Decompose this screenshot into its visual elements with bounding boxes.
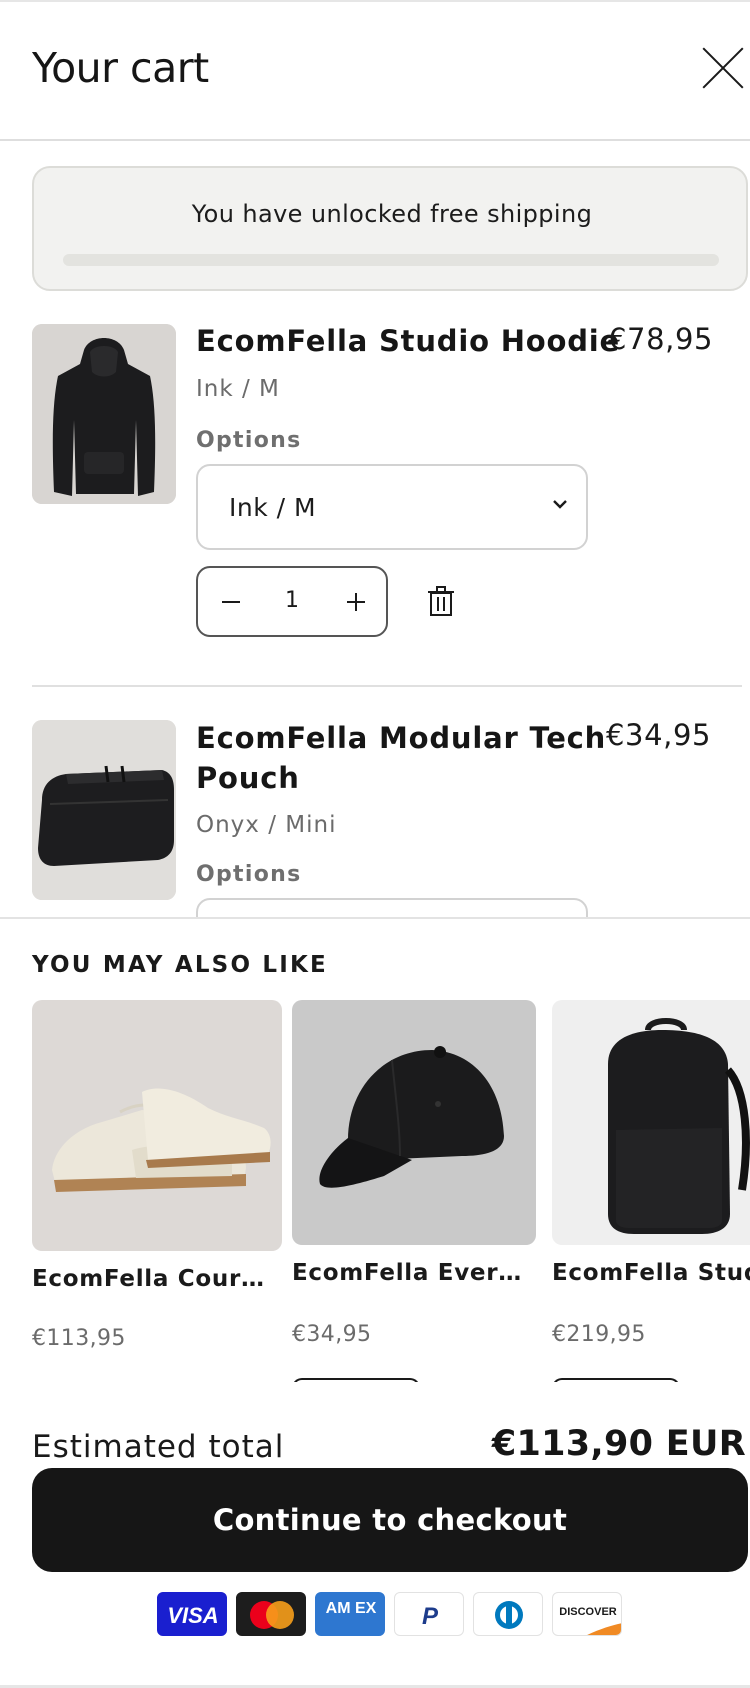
discover-icon: DISCOVER — [552, 1592, 622, 1636]
options-label: Options — [196, 428, 302, 453]
amex-text: AM EX — [326, 1600, 377, 1617]
recommendation-name[interactable]: EcomFella Court ... — [32, 1266, 270, 1292]
estimated-total-value: €113,90 EUR — [491, 1424, 746, 1464]
paypal-icon: P — [394, 1592, 464, 1636]
recommendation-price: €219,95 — [552, 1322, 646, 1347]
options-label: Options — [196, 862, 302, 887]
paypal-text: P — [422, 1603, 439, 1630]
sneaker-icon[interactable] — [32, 1000, 282, 1251]
variant-select[interactable] — [196, 898, 588, 919]
cart-title: Your cart — [32, 44, 209, 92]
cart-header: Your cart — [0, 2, 750, 141]
recommendation-price: €113,95 — [32, 1326, 126, 1351]
cart-item-title[interactable]: EcomFella Studio Hoodie — [196, 321, 620, 361]
recommendation-name[interactable]: EcomFella Stud — [552, 1260, 750, 1286]
backpack-icon[interactable] — [552, 1000, 750, 1245]
payment-methods: VISA AM EX P DISCOVER — [157, 1592, 622, 1636]
free-shipping-message: You have unlocked free shipping — [191, 200, 593, 228]
quantity-value[interactable]: 1 — [258, 588, 326, 613]
variant-select-value: Ink / M — [229, 493, 317, 522]
checkout-button[interactable]: Continue to checkout — [32, 1468, 748, 1572]
diners-club-icon — [473, 1592, 543, 1636]
mastercard-icon — [236, 1592, 306, 1636]
recommendations-carousel[interactable]: EcomFella Court ... €113,95 EcomFella Ev… — [0, 1000, 750, 1382]
amex-icon: AM EX — [315, 1592, 385, 1636]
cart-item-title[interactable]: EcomFella Modular Tech Pouch — [196, 718, 606, 798]
chevron-down-icon — [553, 500, 567, 509]
recommendation-name[interactable]: EcomFella Every... — [292, 1260, 528, 1286]
close-icon[interactable] — [700, 46, 744, 90]
visa-text: VISA — [167, 1603, 218, 1628]
cart-items-region[interactable]: You have unlocked free shipping EcomFell… — [0, 141, 750, 919]
cap-icon[interactable] — [292, 1000, 536, 1245]
trash-icon[interactable] — [427, 585, 455, 617]
free-shipping-progress-bar — [63, 254, 719, 266]
free-shipping-banner: You have unlocked free shipping — [32, 166, 748, 291]
cart-item-price: €34,95 — [606, 718, 712, 752]
cart-item-divider — [32, 685, 742, 687]
cart-item-variant: Ink / M — [196, 376, 280, 402]
visa-icon: VISA — [157, 1592, 227, 1636]
recommendation-price: €34,95 — [292, 1322, 372, 1347]
add-to-cart-button[interactable] — [552, 1378, 680, 1382]
pouch-icon[interactable] — [32, 720, 176, 900]
cart-item-title-line: Pouch — [196, 761, 300, 795]
decrease-quantity-button[interactable] — [198, 568, 258, 635]
recommendations-heading: YOU MAY ALSO LIKE — [32, 952, 328, 978]
cart-item-title-line: EcomFella Modular Tech — [196, 721, 607, 755]
recommendations-divider — [0, 917, 750, 919]
increase-quantity-button[interactable] — [326, 568, 386, 635]
quantity-stepper: 1 — [196, 566, 388, 637]
variant-select[interactable]: Ink / M — [196, 464, 588, 550]
hoodie-icon[interactable] — [32, 324, 176, 504]
add-to-cart-button[interactable] — [292, 1378, 420, 1382]
estimated-total-label: Estimated total — [32, 1429, 285, 1465]
cart-item-variant: Onyx / Mini — [196, 812, 337, 838]
discover-text: DISCOVER — [559, 1606, 617, 1618]
cart-item-price: €78,95 — [608, 322, 714, 356]
